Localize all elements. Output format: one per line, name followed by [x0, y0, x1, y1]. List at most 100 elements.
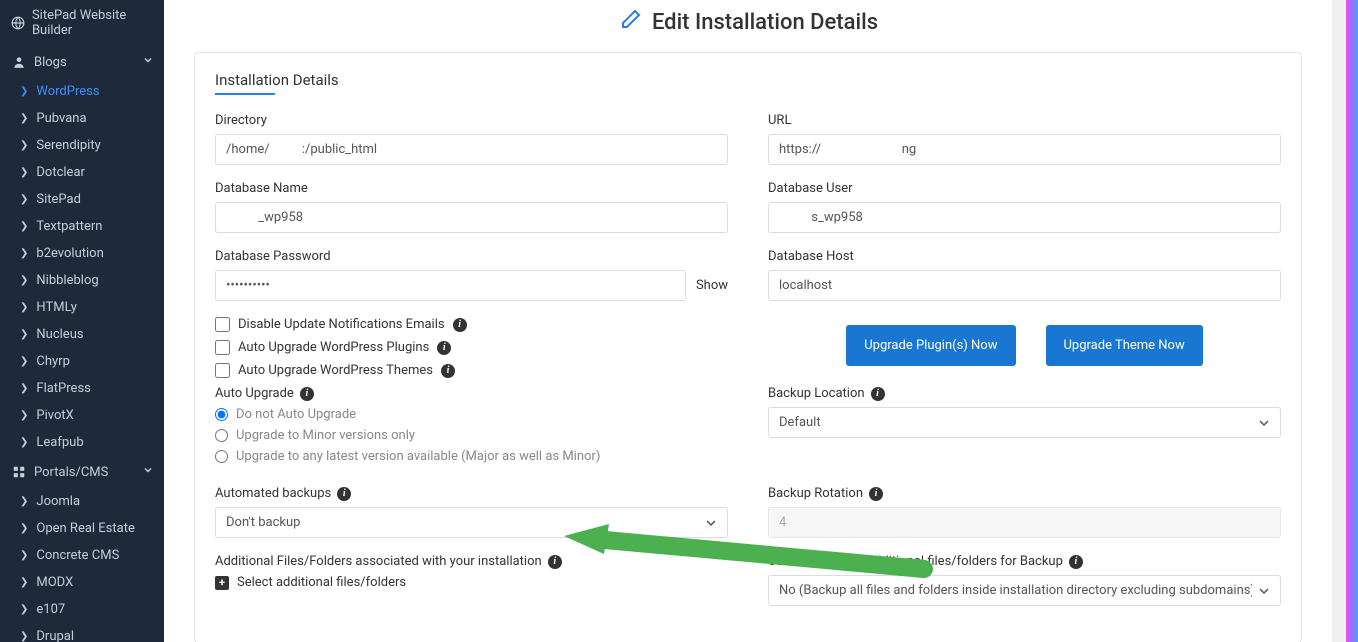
sidebar-item-label: Chyrp — [36, 354, 69, 369]
upgrade-plugins-button[interactable]: Upgrade Plugin(s) Now — [846, 325, 1015, 366]
dbuser-input[interactable] — [768, 202, 1281, 233]
directory-label: Directory — [215, 113, 728, 128]
panel-title: Installation Details — [215, 71, 1281, 89]
info-icon[interactable]: i — [1069, 555, 1083, 569]
sidebar-item-label: Nibbleblog — [36, 273, 98, 288]
right-edge-accent — [1346, 0, 1358, 642]
sidebar-section-portals[interactable]: Portals/CMS — [0, 456, 164, 488]
automated-backups-select[interactable]: Don't backup — [215, 507, 728, 538]
dbhost-label: Database Host — [768, 249, 1281, 264]
upgrade-theme-button[interactable]: Upgrade Theme Now — [1046, 325, 1203, 366]
title-underline — [215, 93, 275, 95]
chevron-right-icon: ❯ — [20, 550, 28, 561]
chevron-right-icon: ❯ — [20, 167, 28, 178]
sidebar-item[interactable]: ❯ Chyrp — [0, 348, 164, 375]
sidebar-item[interactable]: ❯Pubvana — [0, 105, 164, 132]
chevron-right-icon: ❯ — [20, 383, 28, 394]
sidebar-item[interactable]: ❯Drupal — [0, 623, 164, 642]
sidebar-item-label: Concrete CMS — [36, 548, 119, 563]
sidebar-item[interactable]: ❯ Concrete CMS — [0, 542, 164, 569]
chevron-down-icon — [142, 54, 154, 70]
plus-icon: + — [215, 576, 229, 590]
sidebar-item[interactable]: ❯Joomla — [0, 488, 164, 515]
sidebar-item-label: WordPress — [36, 84, 99, 99]
info-icon[interactable]: i — [441, 364, 455, 378]
url-input[interactable] — [768, 134, 1281, 165]
sidebar-item[interactable]: ❯PivotX — [0, 402, 164, 429]
sidebar-item[interactable]: ❯ WordPress — [0, 78, 164, 105]
auto-themes-checkbox[interactable] — [215, 363, 230, 378]
sidebar-item-label: HTMLy — [36, 300, 77, 315]
auto-plugins-checkbox[interactable] — [215, 340, 230, 355]
sidebar-item[interactable]: ❯ Open Real Estate — [0, 515, 164, 542]
sidebar-section-blogs[interactable]: Blogs — [0, 46, 164, 78]
sidebar-item[interactable]: ❯b2evolution — [0, 240, 164, 267]
chevron-right-icon: ❯ — [20, 496, 28, 507]
sidebar-item-label: Pubvana — [36, 111, 86, 126]
sidebar-item-label: PivotX — [36, 408, 73, 423]
scrollbar-track[interactable] — [1332, 0, 1346, 642]
sidebar-item[interactable]: ❯Serendipity — [0, 132, 164, 159]
select-additional-files-button[interactable]: + Select additional files/folders — [215, 575, 728, 590]
chevron-down-icon — [142, 464, 154, 480]
sidebar-item-label: Serendipity — [36, 138, 100, 153]
user-icon — [10, 55, 28, 69]
directory-input[interactable] — [215, 134, 728, 165]
sidebar-item-label: Dotclear — [36, 165, 85, 180]
sidebar-item[interactable]: ❯Leafpub — [0, 429, 164, 456]
chevron-right-icon: ❯ — [20, 275, 28, 286]
sidebar-item-label: Open Real Estate — [36, 521, 134, 536]
dbname-input[interactable] — [215, 202, 728, 233]
sidebar-item[interactable]: ❯FlatPress — [0, 375, 164, 402]
dbuser-label: Database User — [768, 181, 1281, 196]
sidebar-item-label: Textpattern — [36, 219, 102, 234]
chevron-right-icon: ❯ — [20, 302, 28, 313]
info-icon[interactable]: i — [453, 318, 467, 332]
chevron-right-icon: ❯ — [20, 577, 28, 588]
edit-icon — [618, 8, 642, 36]
chevron-right-icon: ❯ — [20, 86, 28, 97]
dbpass-input[interactable] — [215, 270, 686, 301]
backup-location-select[interactable]: Default — [768, 407, 1281, 438]
chevron-right-icon: ❯ — [20, 604, 28, 615]
main-content: Edit Installation Details Installation D… — [164, 0, 1332, 642]
info-icon[interactable]: i — [300, 387, 314, 401]
use-additional-select[interactable]: No (Backup all files and folders inside … — [768, 575, 1281, 606]
show-password-link[interactable]: Show — [696, 278, 728, 293]
disable-updates-label: Disable Update Notifications Emails — [238, 317, 445, 332]
chevron-right-icon: ❯ — [20, 248, 28, 259]
sidebar-item[interactable]: ❯ Nibbleblog — [0, 267, 164, 294]
sidebar-item-label: e107 — [36, 602, 65, 617]
dbhost-input[interactable] — [768, 270, 1281, 301]
sidebar-item[interactable]: ❯ Dotclear — [0, 159, 164, 186]
dbname-label: Database Name — [215, 181, 728, 196]
sidebar-item[interactable]: ❯ e107 — [0, 596, 164, 623]
sidebar-item-label: SitePad — [36, 192, 81, 207]
info-icon[interactable]: i — [437, 341, 451, 355]
auto-upgrade-option-2: Upgrade to any latest version available … — [236, 449, 600, 464]
sidebar-item-label: Leafpub — [36, 435, 83, 450]
backup-rotation-select[interactable]: 4 — [768, 507, 1281, 538]
sidebar-blogs-list: ❯WordPress❯Pubvana❯Serendipity❯Dotclear❯… — [0, 78, 164, 456]
chevron-right-icon: ❯ — [20, 523, 28, 534]
sidebar-item[interactable]: ❯ SitePad — [0, 186, 164, 213]
sidebar-item[interactable]: ❯ HTMLy — [0, 294, 164, 321]
chevron-right-icon: ❯ — [20, 221, 28, 232]
sidebar-top-sitepad[interactable]: SitePad Website Builder — [0, 0, 164, 46]
auto-upgrade-radio-1[interactable] — [215, 429, 228, 442]
installation-details-panel: Installation Details Directory URL Datab… — [194, 52, 1302, 642]
sidebar-item[interactable]: ❯ Textpattern — [0, 213, 164, 240]
disable-updates-checkbox[interactable] — [215, 317, 230, 332]
chevron-right-icon: ❯ — [20, 356, 28, 367]
auto-upgrade-radio-2[interactable] — [215, 450, 228, 463]
page-title: Edit Installation Details — [652, 10, 878, 35]
info-icon[interactable]: i — [869, 487, 883, 501]
info-icon[interactable]: i — [871, 387, 885, 401]
info-icon[interactable]: i — [337, 487, 351, 501]
sidebar-item-label: Nucleus — [36, 327, 83, 342]
auto-upgrade-radio-0[interactable] — [215, 408, 228, 421]
sidebar-item[interactable]: ❯MODX — [0, 569, 164, 596]
chevron-right-icon: ❯ — [20, 194, 28, 205]
sidebar-item[interactable]: ❯Nucleus — [0, 321, 164, 348]
info-icon[interactable]: i — [548, 555, 562, 569]
